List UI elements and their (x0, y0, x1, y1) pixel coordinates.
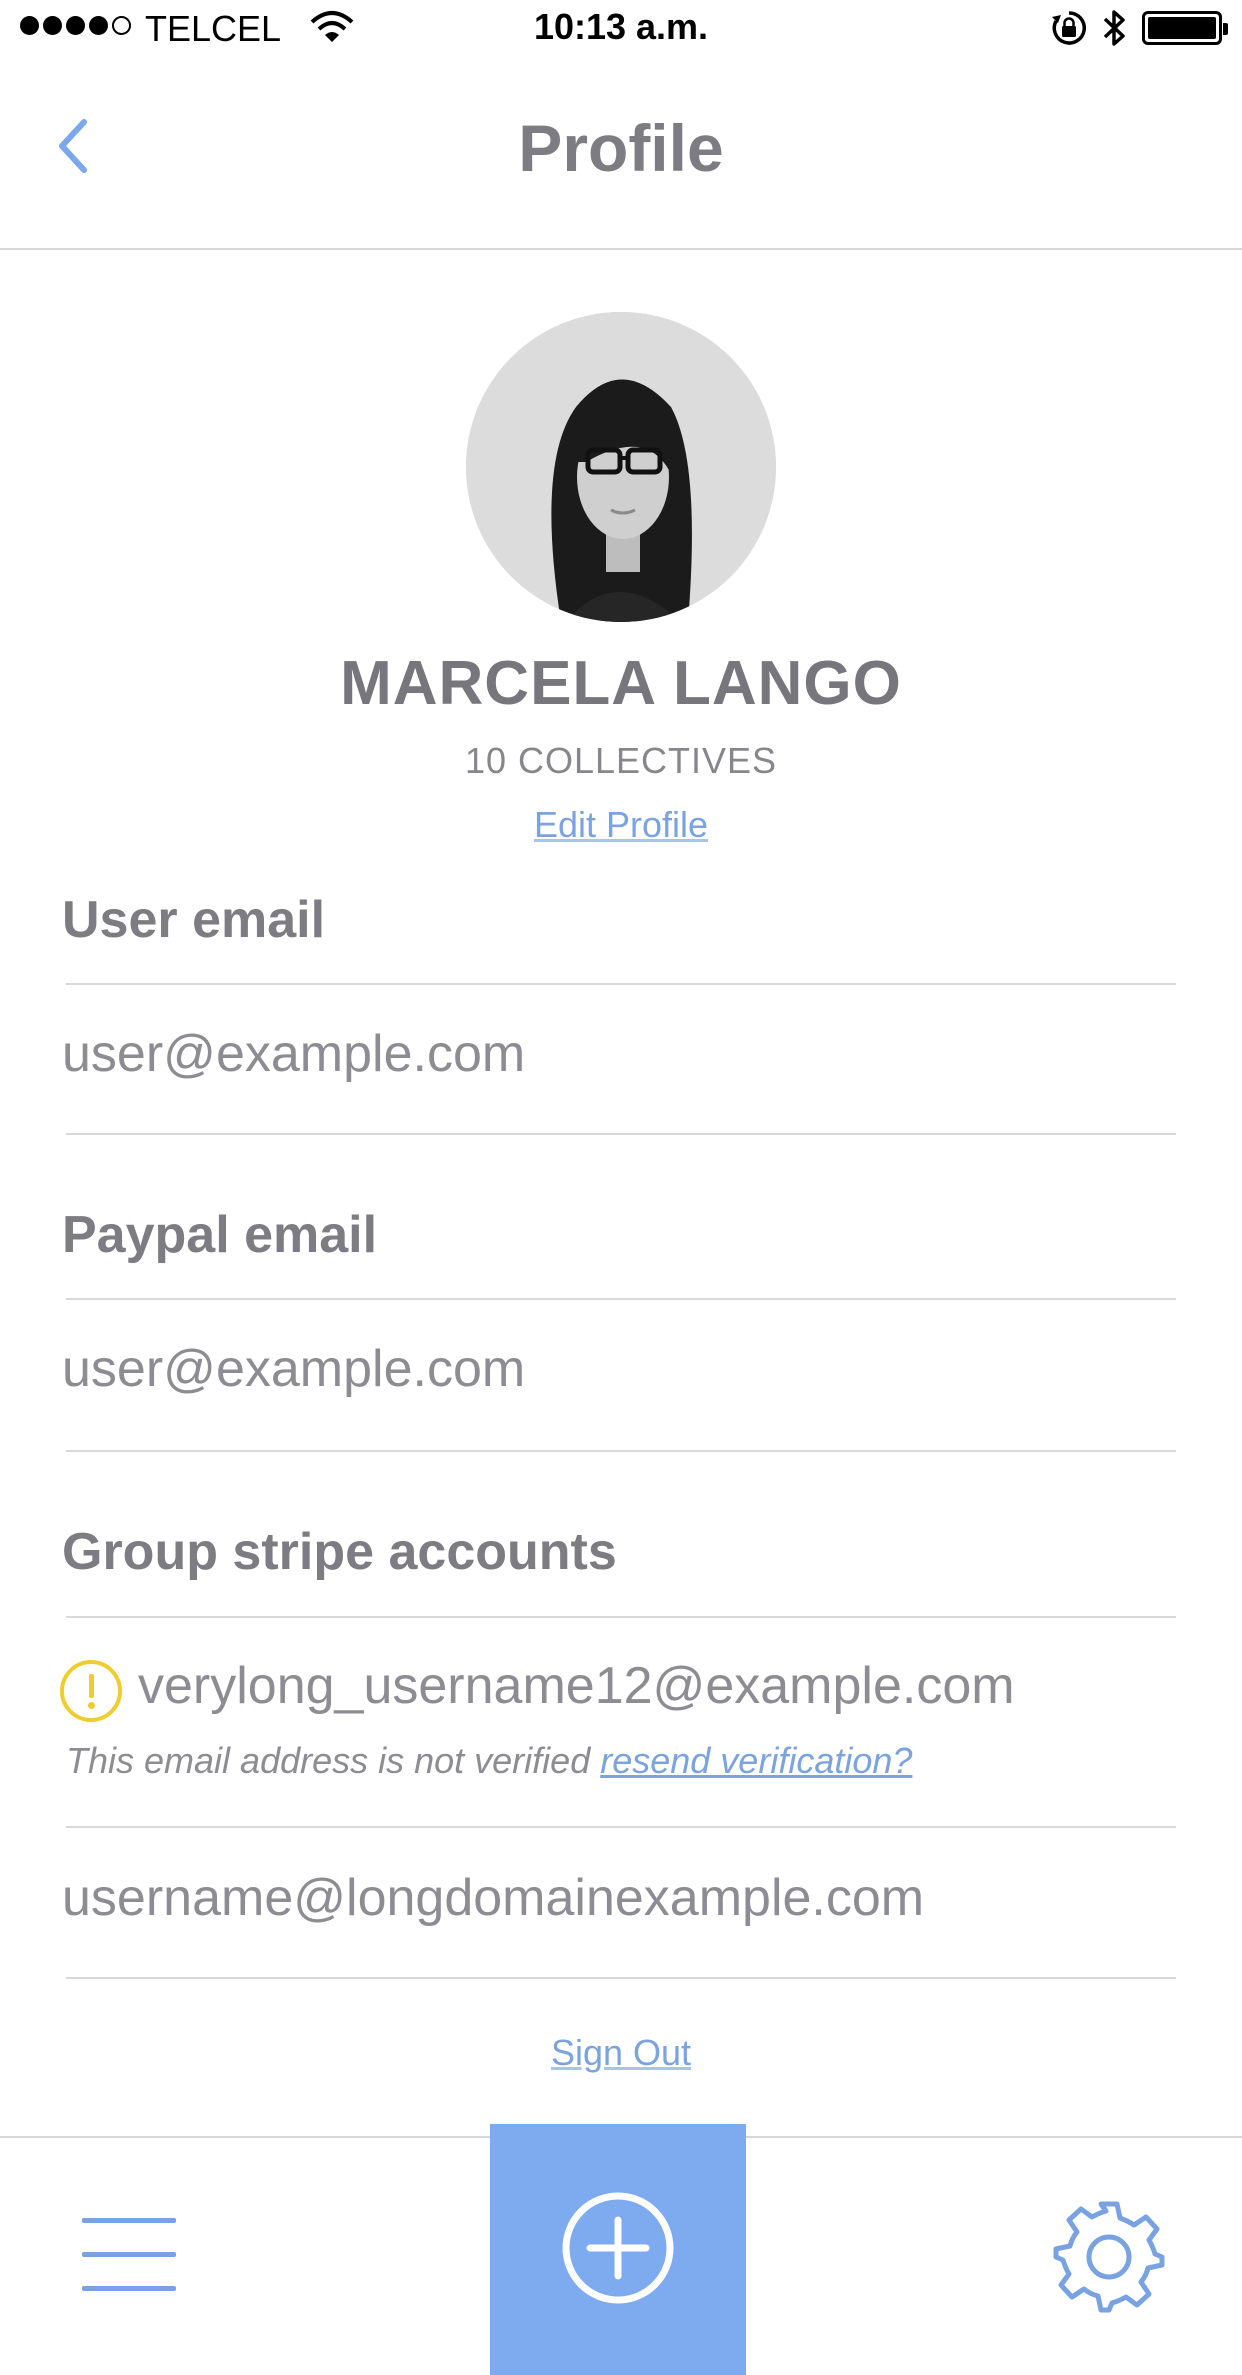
divider (66, 1450, 1176, 1452)
battery-icon (1142, 11, 1228, 45)
exclamation-circle-icon (60, 1660, 122, 1722)
hamburger-menu-icon (82, 2252, 176, 2257)
divider (66, 1133, 1176, 1135)
divider (66, 983, 1176, 985)
orientation-lock-icon (1052, 11, 1086, 45)
divider (66, 1826, 1176, 1828)
menu-button[interactable] (82, 2218, 176, 2294)
settings-button[interactable] (1050, 2198, 1168, 2316)
divider (66, 1298, 1176, 1300)
user-email-label: User email (62, 891, 326, 949)
collectives-count: 10 COLLECTIVES (464, 740, 778, 781)
paypal-email-label: Paypal email (62, 1206, 378, 1264)
gear-icon (1053, 2201, 1165, 2313)
verification-notice-text: This email address is not verified (66, 1740, 591, 1781)
bluetooth-icon (1103, 10, 1125, 46)
verification-notice: This email address is not verified resen… (66, 1740, 912, 1782)
stripe-account-email[interactable]: username@longdomainexample.com (62, 1868, 924, 1928)
hamburger-menu-icon (82, 2218, 176, 2223)
sign-out-row: Sign Out (0, 2032, 1242, 2074)
status-right-icons (1050, 8, 1228, 48)
divider (66, 1977, 1176, 1979)
plus-circle-icon (562, 2192, 674, 2304)
page-title: Profile (518, 111, 724, 185)
status-bar: TELCEL 10:13 a.m. (0, 0, 1242, 60)
hamburger-menu-icon (82, 2286, 176, 2291)
paypal-email-field[interactable]: user@example.com (62, 1339, 525, 1399)
divider (66, 1616, 1176, 1618)
edit-profile-row: Edit Profile (0, 804, 1242, 846)
edit-profile-link[interactable]: Edit Profile (534, 804, 708, 845)
user-email-field[interactable]: user@example.com (62, 1024, 525, 1084)
tab-bar (0, 2124, 1242, 2375)
profile-screen: TELCEL 10:13 a.m. Profile MARCELA LANGO … (0, 0, 1242, 2375)
avatar (466, 312, 776, 622)
profile-name: MARCELA LANGO (340, 649, 902, 718)
stripe-account-email[interactable]: verylong_username12@example.com (138, 1656, 1015, 1716)
navigation-bar: Profile (0, 60, 1242, 250)
user-photo (466, 312, 776, 622)
resend-verification-link[interactable]: resend verification? (600, 1740, 912, 1781)
stripe-accounts-label: Group stripe accounts (62, 1523, 617, 1581)
sign-out-link[interactable]: Sign Out (551, 2032, 691, 2073)
add-button[interactable] (490, 2124, 746, 2375)
